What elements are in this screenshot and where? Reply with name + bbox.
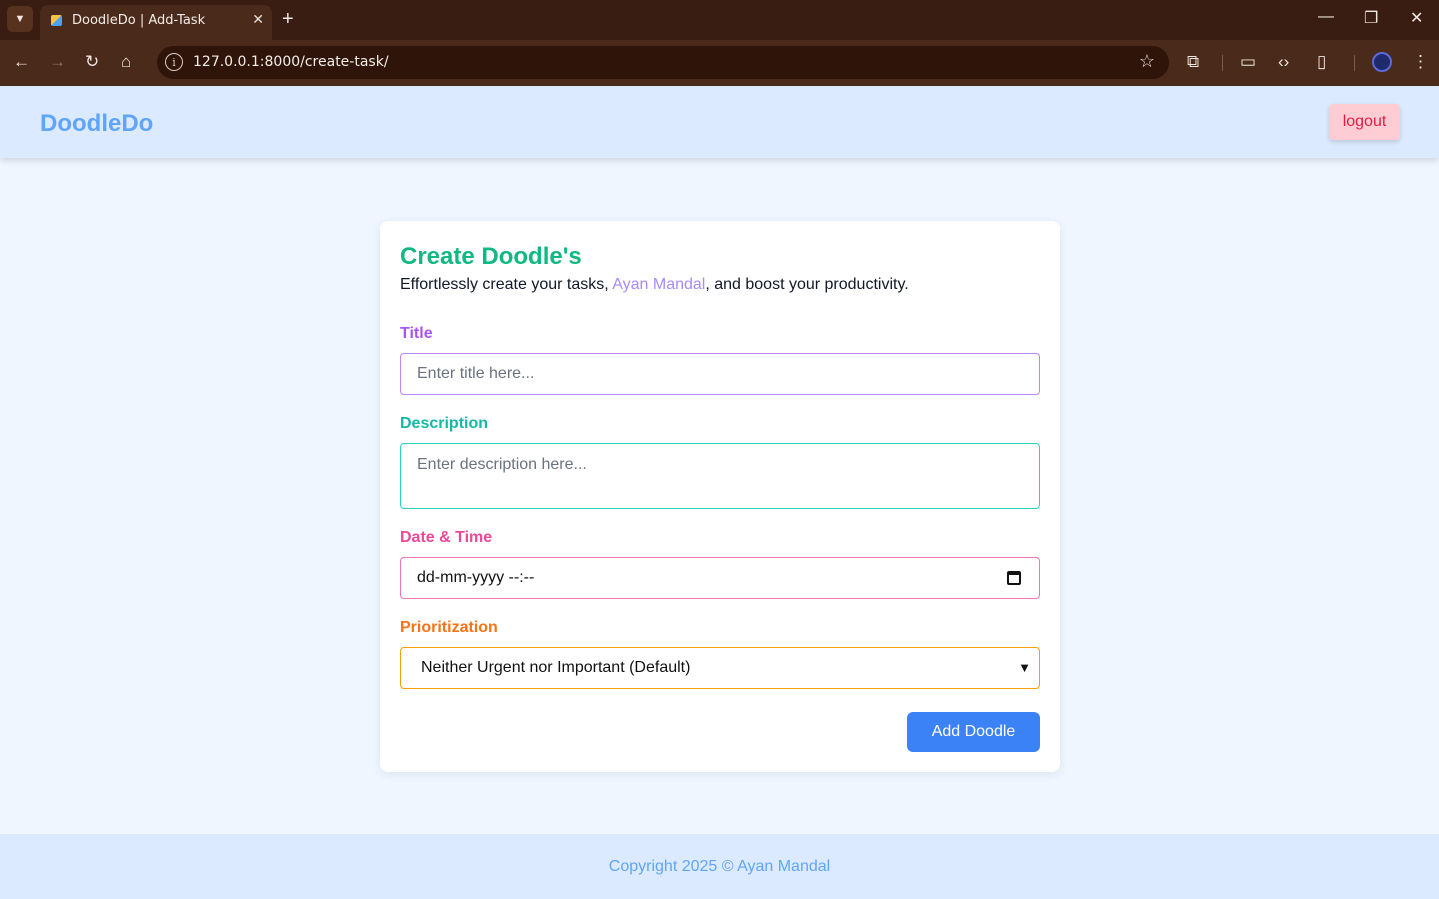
minimize-icon[interactable]: — (1318, 8, 1334, 26)
add-doodle-button[interactable]: Add Doodle (907, 712, 1040, 752)
datetime-label: Date & Time (400, 529, 493, 546)
profile-avatar[interactable] (1372, 52, 1392, 72)
description-placeholder: Enter description here... (417, 456, 587, 473)
chevron-down-icon: ▼ (14, 13, 26, 25)
more-menu-icon[interactable]: ⋮ (1412, 52, 1429, 72)
page-title: Create Doodle's (400, 243, 582, 270)
title-label: Title (400, 325, 433, 342)
device-toolbar-icon[interactable]: ▯ (1317, 52, 1326, 72)
user-name: Ayan Mandal (612, 276, 706, 293)
browser-tab[interactable]: DoodleDo | Add-Task ✕ (40, 5, 272, 40)
priority-selected-value: Neither Urgent nor Important (Default) (421, 659, 691, 676)
subtitle-suffix: , and boost your productivity. (705, 276, 909, 293)
browser-tab-strip: ▼ DoodleDo | Add-Task ✕ + — ❐ ✕ (0, 0, 1439, 40)
page: DoodleDo logout Create Doodle's Effortle… (0, 86, 1439, 899)
close-icon[interactable]: ✕ (252, 11, 264, 28)
calendar-icon[interactable] (1007, 571, 1021, 585)
restore-icon[interactable]: ❐ (1364, 8, 1378, 28)
close-window-icon[interactable]: ✕ (1410, 8, 1423, 28)
title-input[interactable]: Enter title here... (400, 353, 1040, 395)
datetime-value: dd-mm-yyyy --:-- (417, 569, 535, 586)
browser-toolbar: ← → ↻ ⌂ i 127.0.0.1:8000/create-task/ ☆ … (0, 40, 1439, 86)
subtitle-prefix: Effortlessly create your tasks, (400, 276, 613, 293)
datetime-input[interactable]: dd-mm-yyyy --:-- (400, 557, 1040, 599)
toolbar-divider (1354, 55, 1355, 71)
address-url[interactable]: 127.0.0.1:8000/create-task/ (193, 54, 389, 70)
favicon-icon (51, 15, 62, 26)
logout-button[interactable]: logout (1329, 104, 1400, 140)
brand-logo[interactable]: DoodleDo (40, 110, 153, 138)
new-tab-button[interactable]: + (282, 7, 294, 31)
tab-search-button[interactable]: ▼ (7, 6, 33, 32)
site-info-icon[interactable]: i (165, 53, 183, 71)
site-header: DoodleDo logout (0, 86, 1439, 158)
tab-title: DoodleDo | Add-Task (72, 13, 206, 28)
reading-mode-icon[interactable]: ▭ (1240, 52, 1256, 72)
copyright-text: Copyright 2025 © Ayan Mandal (608, 857, 831, 875)
reload-icon[interactable]: ↻ (85, 52, 99, 72)
description-textarea[interactable]: Enter description here... (400, 443, 1040, 509)
address-bar[interactable]: i 127.0.0.1:8000/create-task/ ☆ (157, 46, 1169, 79)
chevron-down-icon: ▼ (1018, 660, 1031, 675)
extensions-icon[interactable]: ⧉ (1187, 52, 1199, 72)
toolbar-divider (1222, 55, 1223, 71)
title-placeholder: Enter title here... (417, 365, 535, 382)
home-icon[interactable]: ⌂ (121, 52, 131, 72)
description-label: Description (400, 415, 489, 432)
bookmark-star-icon[interactable]: ☆ (1139, 51, 1155, 72)
create-task-card: Create Doodle's Effortlessly create your… (380, 221, 1060, 772)
devtools-icon[interactable]: ‹› (1278, 52, 1289, 72)
site-footer: Copyright 2025 © Ayan Mandal (0, 834, 1439, 899)
priority-select[interactable]: Neither Urgent nor Important (Default) ▼ (400, 647, 1040, 689)
page-subtitle: Effortlessly create your tasks, Ayan Man… (400, 276, 909, 294)
priority-label: Prioritization (400, 619, 498, 636)
back-icon[interactable]: ← (13, 52, 30, 72)
forward-icon[interactable]: → (49, 52, 66, 72)
